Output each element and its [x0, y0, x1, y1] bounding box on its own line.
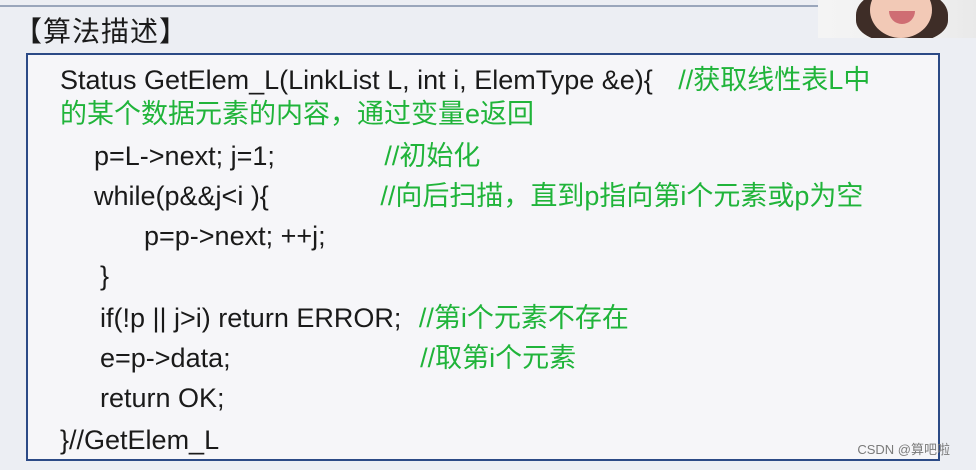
code-line-10: }//GetElem_L [60, 425, 220, 455]
top-divider [0, 5, 818, 7]
watermark: CSDN @算吧啦 [857, 442, 950, 457]
code-panel: Status GetElem_L(LinkList L, int i, Elem… [26, 53, 940, 461]
code-line-9: return OK; [100, 383, 225, 413]
section-title: 【算法描述】 [14, 15, 189, 48]
code-comment: //获取线性表L中 [678, 65, 871, 95]
code-comment: //初始化 [384, 141, 481, 171]
code-comment: //第i个元素不存在 [418, 303, 629, 333]
code-text: p=L->next; j=1; [94, 141, 275, 171]
code-comment: //向后扫描，直到p指向第i个元素或p为空 [380, 181, 864, 211]
code-line-5: p=p->next; ++j; [144, 221, 326, 251]
code-line-8: e=p->data; //取第i个元素 [100, 341, 576, 375]
presenter-webcam [818, 0, 976, 38]
code-text: if(!p || j>i) return ERROR; [100, 303, 402, 333]
code-line-4: while(p&&j<i ){ //向后扫描，直到p指向第i个元素或p为空 [94, 179, 863, 213]
code-line-2: 的某个数据元素的内容，通过变量e返回 [60, 99, 535, 129]
code-text: while(p&&j<i ){ [94, 181, 269, 211]
code-line-6: } [100, 261, 110, 291]
code-comment: //取第i个元素 [420, 343, 577, 373]
code-text: Status GetElem_L(LinkList L, int i, Elem… [60, 65, 653, 95]
code-line-3: p=L->next; j=1; //初始化 [94, 139, 480, 173]
code-line-1: Status GetElem_L(LinkList L, int i, Elem… [60, 63, 870, 97]
code-line-7: if(!p || j>i) return ERROR; //第i个元素不存在 [100, 301, 629, 335]
code-text: e=p->data; [100, 343, 231, 373]
